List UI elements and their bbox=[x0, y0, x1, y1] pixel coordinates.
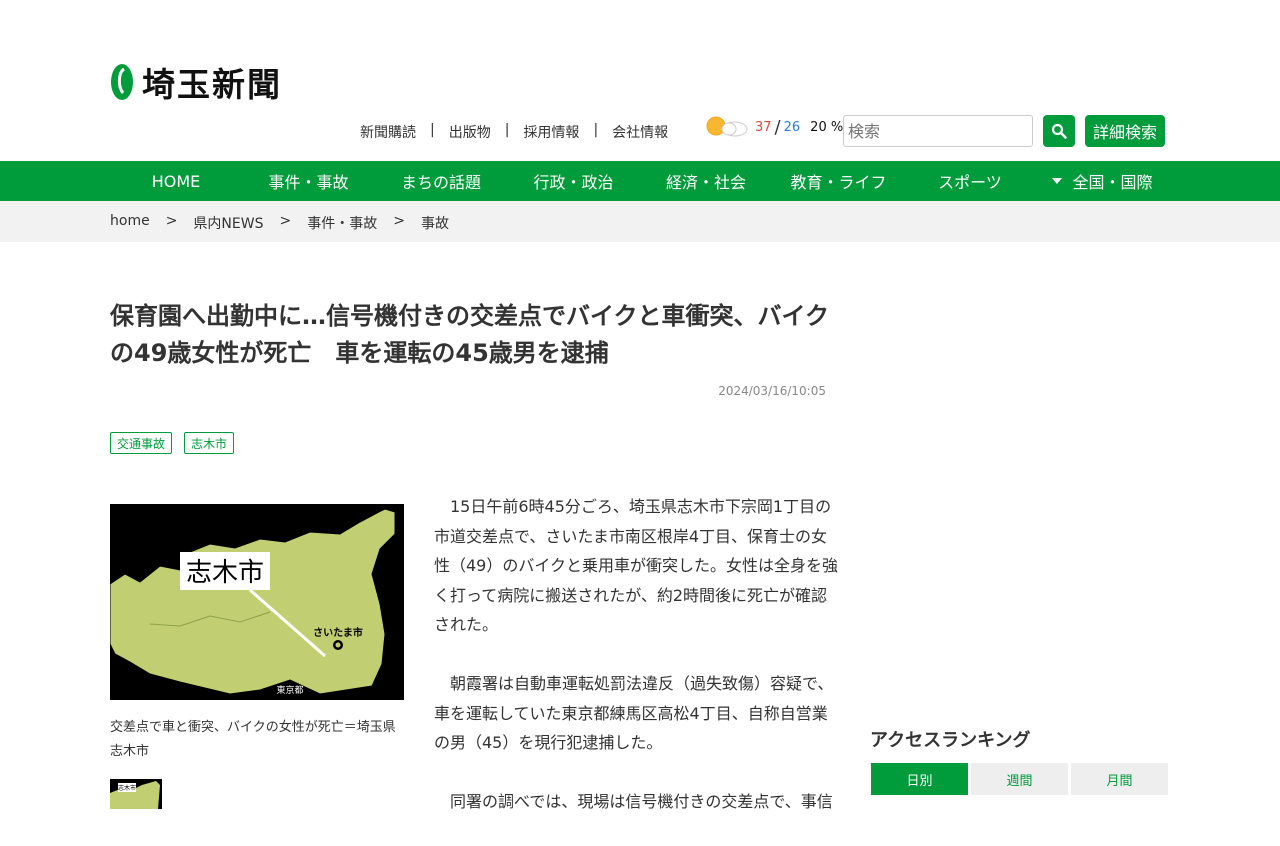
detail-search-button[interactable]: 詳細検索 bbox=[1085, 115, 1165, 147]
site-logo[interactable]: 埼玉新聞 bbox=[110, 58, 282, 106]
thumbnail-label: 志木市 bbox=[118, 784, 136, 792]
article-paragraph: 同署の調べでは、現場は信号機付きの交差点で、事信 bbox=[434, 792, 833, 811]
link-recruit[interactable]: 採用情報 bbox=[523, 122, 579, 142]
nav-home[interactable]: HOME bbox=[110, 161, 242, 201]
search-icon bbox=[1051, 123, 1067, 139]
nav-incidents[interactable]: 事件・事故 bbox=[242, 161, 375, 201]
separator: | bbox=[504, 122, 510, 138]
link-publications[interactable]: 出版物 bbox=[449, 122, 491, 142]
temp-low: 26 bbox=[783, 119, 801, 135]
search-input[interactable] bbox=[843, 115, 1033, 147]
article-paragraph: 15日午前6時45分ごろ、埼玉県志木市下宗岡1丁目の市道交差点で、さいたま市南区… bbox=[434, 497, 839, 634]
map-label-saitama: さいたま市 bbox=[313, 626, 363, 639]
tag-traffic-accident[interactable]: 交通事故 bbox=[110, 432, 173, 454]
precip-chance: 20 % bbox=[810, 119, 844, 135]
separator: | bbox=[430, 122, 435, 138]
tag-shiki-city[interactable]: 志木市 bbox=[184, 432, 235, 454]
separator: | bbox=[593, 122, 599, 138]
map-label-tokyo: 東京都 bbox=[276, 684, 303, 696]
image-caption: 交差点で車と衝突、バイクの女性が死亡＝埼玉県志木市 bbox=[110, 720, 396, 759]
ranking-tabs: 日別 週間 月間 bbox=[871, 763, 1171, 795]
breadcrumb-separator: > bbox=[165, 213, 178, 229]
breadcrumb-prefecture-news[interactable]: 県内NEWS bbox=[193, 213, 263, 233]
logo-leaf-icon bbox=[111, 64, 133, 100]
map-graphic: 志木市 さいたま市 東京都 bbox=[110, 504, 404, 700]
breadcrumb-separator: > bbox=[279, 213, 292, 229]
breadcrumb-incidents[interactable]: 事件・事故 bbox=[307, 213, 377, 233]
nav-sports[interactable]: スポーツ bbox=[905, 161, 1035, 201]
nav-politics[interactable]: 行政・政治 bbox=[507, 161, 640, 201]
ranking-tab-daily[interactable]: 日別 bbox=[871, 763, 968, 795]
link-subscribe[interactable]: 新聞購読 bbox=[360, 122, 416, 142]
article-title: 保育園へ出勤中に…信号機付きの交差点でバイクと車衝突、バイクの49歳女性が死亡 … bbox=[110, 302, 830, 367]
nav-town-topics[interactable]: まちの話題 bbox=[375, 161, 507, 201]
ranking-tab-weekly[interactable]: 週間 bbox=[971, 763, 1068, 795]
article-body: 15日午前6時45分ごろ、埼玉県志木市下宗岡1丁目の市道交差点で、さいたま市南区… bbox=[434, 492, 839, 846]
weather-widget: 37 / 26 20 % bbox=[705, 114, 843, 140]
logo-text: 埼玉新聞 bbox=[142, 65, 282, 104]
article-paragraph: 朝霞署は自動車運転処罰法違反（過失致傷）容疑で、車を運転していた東京都練馬区高松… bbox=[434, 674, 834, 752]
article-map-image[interactable]: 志木市 さいたま市 東京都 bbox=[110, 504, 404, 700]
nav-national[interactable]: 全国・国際 bbox=[1035, 161, 1170, 201]
breadcrumb-home[interactable]: home bbox=[110, 213, 150, 233]
nav-education[interactable]: 教育・ライフ bbox=[772, 161, 905, 201]
breadcrumb-bar: home > 県内NEWS > 事件・事故 > 事故 bbox=[0, 201, 1280, 242]
temp-high: 37 bbox=[755, 119, 772, 135]
nav-economy[interactable]: 経済・社会 bbox=[640, 161, 772, 201]
caret-down-icon bbox=[1052, 178, 1063, 184]
breadcrumb-accidents[interactable]: 事故 bbox=[421, 213, 449, 233]
link-company[interactable]: 会社情報 bbox=[612, 122, 668, 142]
ranking-tab-monthly[interactable]: 月間 bbox=[1071, 763, 1168, 795]
temp-separator: / bbox=[774, 116, 781, 138]
sun-cloud-icon bbox=[706, 116, 748, 137]
breadcrumb: home > 県内NEWS > 事件・事故 > 事故 bbox=[110, 213, 449, 233]
breadcrumb-separator: > bbox=[393, 213, 405, 229]
ranking-title: アクセスランキング bbox=[870, 730, 1031, 751]
search-button[interactable] bbox=[1043, 115, 1075, 147]
article-tags: 交通事故 志木市 bbox=[110, 432, 246, 454]
main-nav: HOME 事件・事故 まちの話題 行政・政治 経済・社会 教育・ライフ スポーツ… bbox=[0, 161, 1280, 201]
image-thumbnail[interactable]: 志木市 bbox=[110, 779, 162, 809]
utility-links: 新聞購読 | 出版物 | 採用情報 | 会社情報 bbox=[360, 122, 668, 142]
map-label-city: 志木市 bbox=[186, 558, 264, 588]
thumbnail-graphic: 志木市 bbox=[110, 779, 162, 809]
article-date: 2024/03/16/10:05 bbox=[718, 384, 826, 398]
nav-national-label: 全国・国際 bbox=[1072, 173, 1153, 192]
